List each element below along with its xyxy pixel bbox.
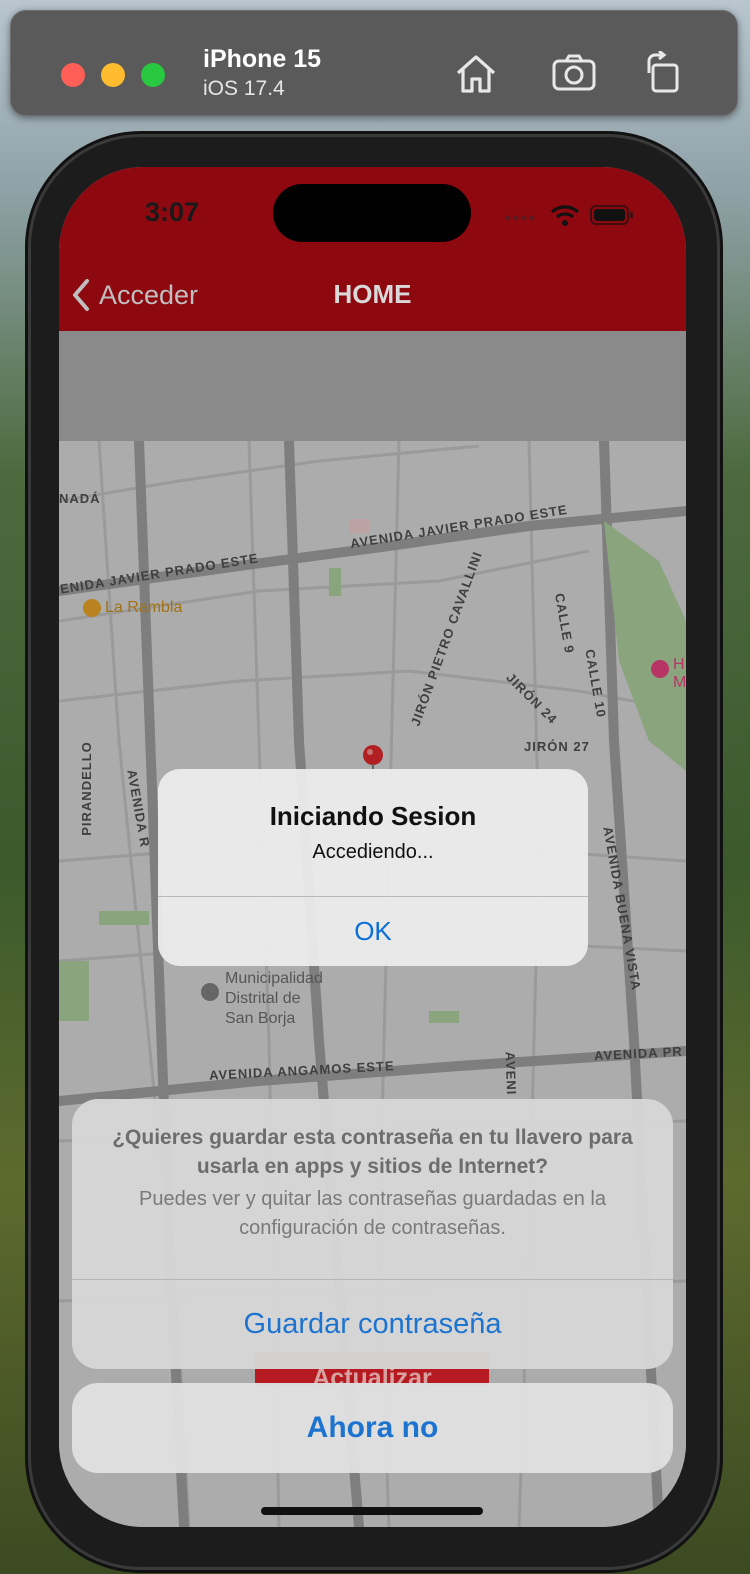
save-password-question: ¿Quieres guardar esta contraseña en tu l… [112,1126,633,1178]
dynamic-island [273,184,471,242]
screenshot-icon[interactable] [551,51,597,95]
alert-dialog: Iniciando Sesion Accediendo... OK [158,769,588,966]
home-indicator[interactable] [261,1507,483,1515]
home-icon[interactable] [453,51,499,95]
rotate-icon[interactable] [641,49,687,95]
simulator-os-version: iOS 17.4 [203,77,285,100]
simulator-device-name: iPhone 15 [203,45,322,73]
status-icons [504,203,634,232]
alert-title: Iniciando Sesion [269,801,477,831]
save-password-sheet: ¿Quieres guardar esta contraseña en tu l… [72,1099,673,1369]
zoom-window-button[interactable] [141,63,165,87]
status-time: 3:07 [145,197,200,227]
alert-message: Accediendo... [312,841,434,863]
wifi-icon [550,203,580,232]
alert-ok-button[interactable]: OK [158,897,588,966]
not-now-button[interactable]: Ahora no [72,1383,673,1473]
save-password-button[interactable]: Guardar contraseña [72,1280,673,1369]
battery-icon [590,204,634,231]
save-password-info: Puedes ver y quitar las contraseñas guar… [139,1188,606,1239]
close-window-button[interactable] [61,63,85,87]
phone-screen: 3:07 Acceder HOME NADÁ AVENIDA JAVIER PR… [59,167,686,1527]
simulator-title-bar: iPhone 15 iOS 17.4 [10,10,738,116]
signal-icon [504,209,540,227]
minimize-window-button[interactable] [101,63,125,87]
page-title: HOME [333,279,412,309]
